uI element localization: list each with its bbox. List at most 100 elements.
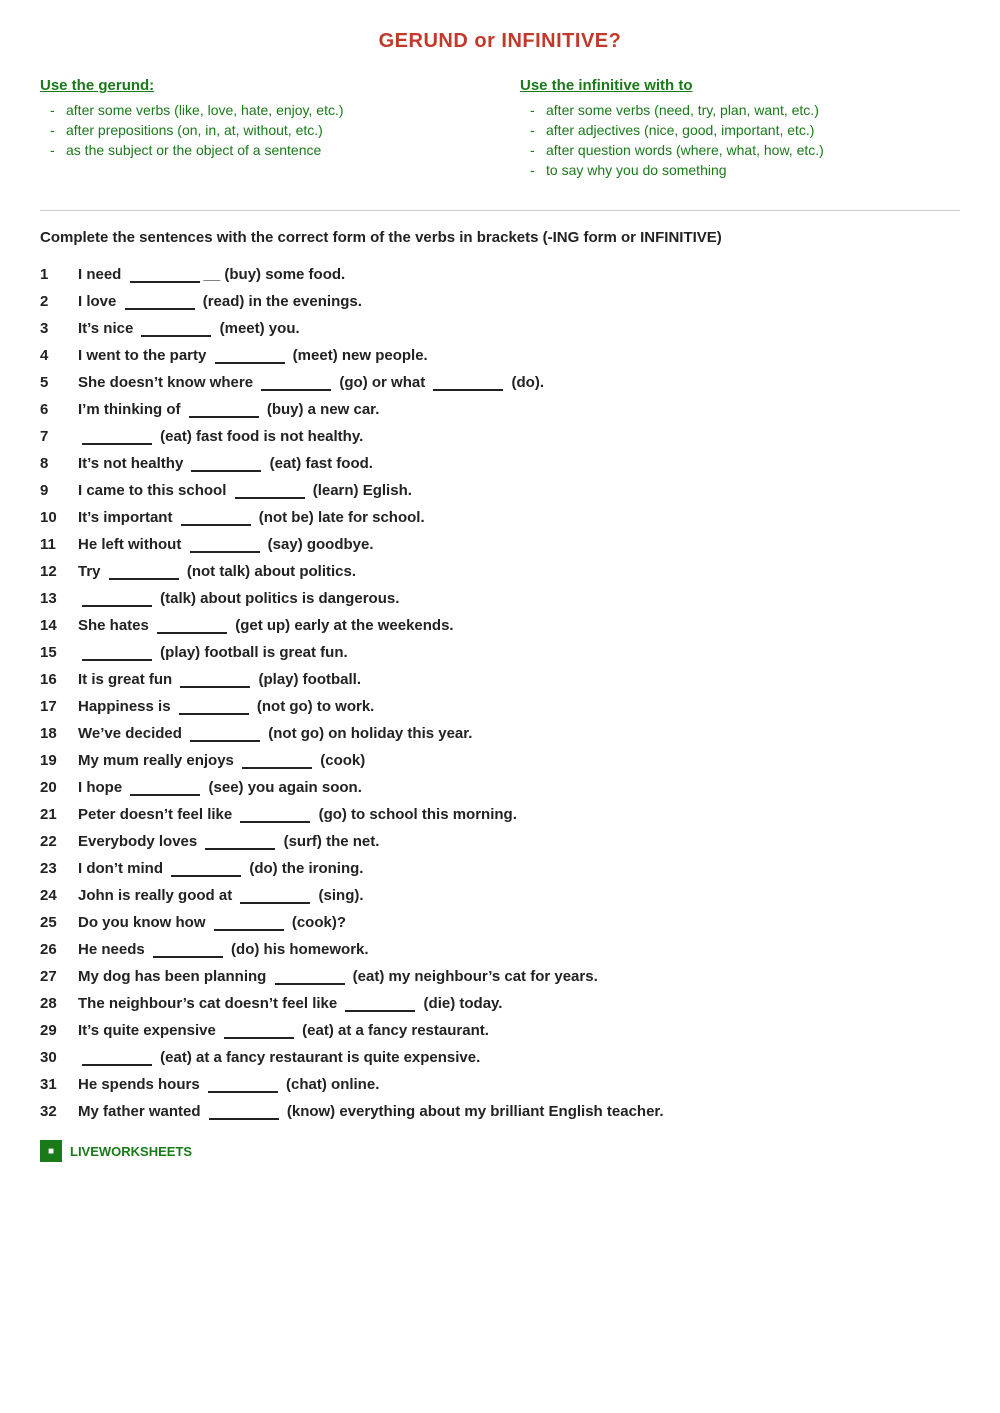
exercise-number: 24 — [40, 887, 78, 904]
answer-blank[interactable] — [109, 564, 179, 580]
exercise-item: 13 (talk) about politics is dangerous. — [40, 590, 960, 607]
gerund-list: after some verbs (like, love, hate, enjo… — [40, 102, 480, 158]
exercise-text: Do you know how (cook)? — [78, 914, 346, 931]
answer-blank[interactable] — [191, 456, 261, 472]
exercise-number: 31 — [40, 1076, 78, 1093]
exercise-text: Peter doesn’t feel like (go) to school t… — [78, 806, 517, 823]
exercise-number: 27 — [40, 968, 78, 985]
exercise-number: 30 — [40, 1049, 78, 1066]
exercise-text: It’s important (not be) late for school. — [78, 509, 425, 526]
answer-blank[interactable] — [157, 618, 227, 634]
exercise-item: 30 (eat) at a fancy restaurant is quite … — [40, 1049, 960, 1066]
answer-blank[interactable] — [240, 888, 310, 904]
exercise-item: 31He spends hours (chat) online. — [40, 1076, 960, 1093]
exercise-number: 21 — [40, 806, 78, 823]
answer-blank[interactable] — [171, 861, 241, 877]
exercise-text: Try (not talk) about politics. — [78, 563, 356, 580]
exercise-number: 22 — [40, 833, 78, 850]
exercise-item: 10It’s important (not be) late for schoo… — [40, 509, 960, 526]
exercise-number: 17 — [40, 698, 78, 715]
exercise-item: 14She hates (get up) early at the weeken… — [40, 617, 960, 634]
exercise-list: 1I need __ (buy) some food.2I love (read… — [40, 266, 960, 1120]
exercise-text: She hates (get up) early at the weekends… — [78, 617, 454, 634]
exercise-item: 5She doesn’t know where (go) or what (do… — [40, 374, 960, 391]
gerund-item-2: after prepositions (on, in, at, without,… — [50, 122, 480, 138]
exercise-number: 12 — [40, 563, 78, 580]
exercise-number: 14 — [40, 617, 78, 634]
exercise-number: 26 — [40, 941, 78, 958]
answer-blank[interactable] — [209, 1104, 279, 1120]
exercise-text: (eat) at a fancy restaurant is quite exp… — [78, 1049, 480, 1066]
exercise-number: 10 — [40, 509, 78, 526]
answer-blank[interactable] — [345, 996, 415, 1012]
answer-blank[interactable] — [141, 321, 211, 337]
answer-blank[interactable] — [180, 672, 250, 688]
answer-blank[interactable] — [205, 834, 275, 850]
gerund-item-3: as the subject or the object of a senten… — [50, 142, 480, 158]
exercise-text: The neighbour’s cat doesn’t feel like (d… — [78, 995, 502, 1012]
exercise-text: John is really good at (sing). — [78, 887, 364, 904]
exercise-number: 25 — [40, 914, 78, 931]
answer-blank[interactable] — [208, 1077, 278, 1093]
exercise-item: 15 (play) football is great fun. — [40, 644, 960, 661]
answer-blank[interactable] — [179, 699, 249, 715]
exercise-number: 2 — [40, 293, 78, 310]
exercise-number: 20 — [40, 779, 78, 796]
answer-blank[interactable] — [190, 726, 260, 742]
answer-blank[interactable] — [261, 375, 331, 391]
exercise-item: 19My mum really enjoys (cook) — [40, 752, 960, 769]
answer-blank[interactable] — [130, 780, 200, 796]
exercise-text: It’s nice (meet) you. — [78, 320, 300, 337]
exercise-item: 16It is great fun (play) football. — [40, 671, 960, 688]
exercise-text: I went to the party (meet) new people. — [78, 347, 428, 364]
answer-blank[interactable] — [82, 429, 152, 445]
answer-blank[interactable] — [82, 591, 152, 607]
answer-blank[interactable] — [82, 645, 152, 661]
footer: ■ LIVEWORKSHEETS — [40, 1140, 960, 1162]
answer-blank[interactable] — [433, 375, 503, 391]
answer-blank[interactable] — [235, 483, 305, 499]
exercise-item: 21Peter doesn’t feel like (go) to school… — [40, 806, 960, 823]
answer-blank[interactable] — [189, 402, 259, 418]
exercise-number: 18 — [40, 725, 78, 742]
answer-blank[interactable] — [275, 969, 345, 985]
answer-blank[interactable] — [190, 537, 260, 553]
answer-blank[interactable] — [82, 1050, 152, 1066]
logo-icon: ■ — [48, 1146, 54, 1157]
answer-blank[interactable] — [215, 348, 285, 364]
answer-blank[interactable] — [181, 510, 251, 526]
exercise-number: 7 — [40, 428, 78, 445]
answer-blank[interactable] — [214, 915, 284, 931]
exercise-text: He needs (do) his homework. — [78, 941, 369, 958]
logo-box: ■ — [40, 1140, 62, 1162]
answer-blank[interactable] — [153, 942, 223, 958]
answer-blank[interactable] — [130, 267, 200, 283]
exercise-number: 11 — [40, 536, 78, 553]
exercise-item: 9I came to this school (learn) Eglish. — [40, 482, 960, 499]
answer-blank[interactable] — [224, 1023, 294, 1039]
answer-blank[interactable] — [242, 753, 312, 769]
exercise-text: My mum really enjoys (cook) — [78, 752, 365, 769]
exercise-number: 13 — [40, 590, 78, 607]
exercise-text: (play) football is great fun. — [78, 644, 348, 661]
exercise-number: 19 — [40, 752, 78, 769]
exercise-item: 2I love (read) in the evenings. — [40, 293, 960, 310]
exercise-item: 24John is really good at (sing). — [40, 887, 960, 904]
footer-logo: LIVEWORKSHEETS — [70, 1144, 192, 1159]
infinitive-column: Use the infinitive with to after some ve… — [520, 77, 960, 182]
exercise-number: 28 — [40, 995, 78, 1012]
answer-blank[interactable] — [240, 807, 310, 823]
exercise-text: It’s quite expensive (eat) at a fancy re… — [78, 1022, 489, 1039]
infinitive-item-3: after question words (where, what, how, … — [530, 142, 960, 158]
exercise-text: We’ve decided (not go) on holiday this y… — [78, 725, 472, 742]
exercise-number: 9 — [40, 482, 78, 499]
exercise-number: 6 — [40, 401, 78, 418]
answer-blank[interactable] — [125, 294, 195, 310]
exercise-number: 32 — [40, 1103, 78, 1120]
exercise-text: I hope (see) you again soon. — [78, 779, 362, 796]
exercise-number: 4 — [40, 347, 78, 364]
exercise-text: My dog has been planning (eat) my neighb… — [78, 968, 598, 985]
exercise-item: 20I hope (see) you again soon. — [40, 779, 960, 796]
exercise-number: 8 — [40, 455, 78, 472]
infinitive-item-4: to say why you do something — [530, 162, 960, 178]
